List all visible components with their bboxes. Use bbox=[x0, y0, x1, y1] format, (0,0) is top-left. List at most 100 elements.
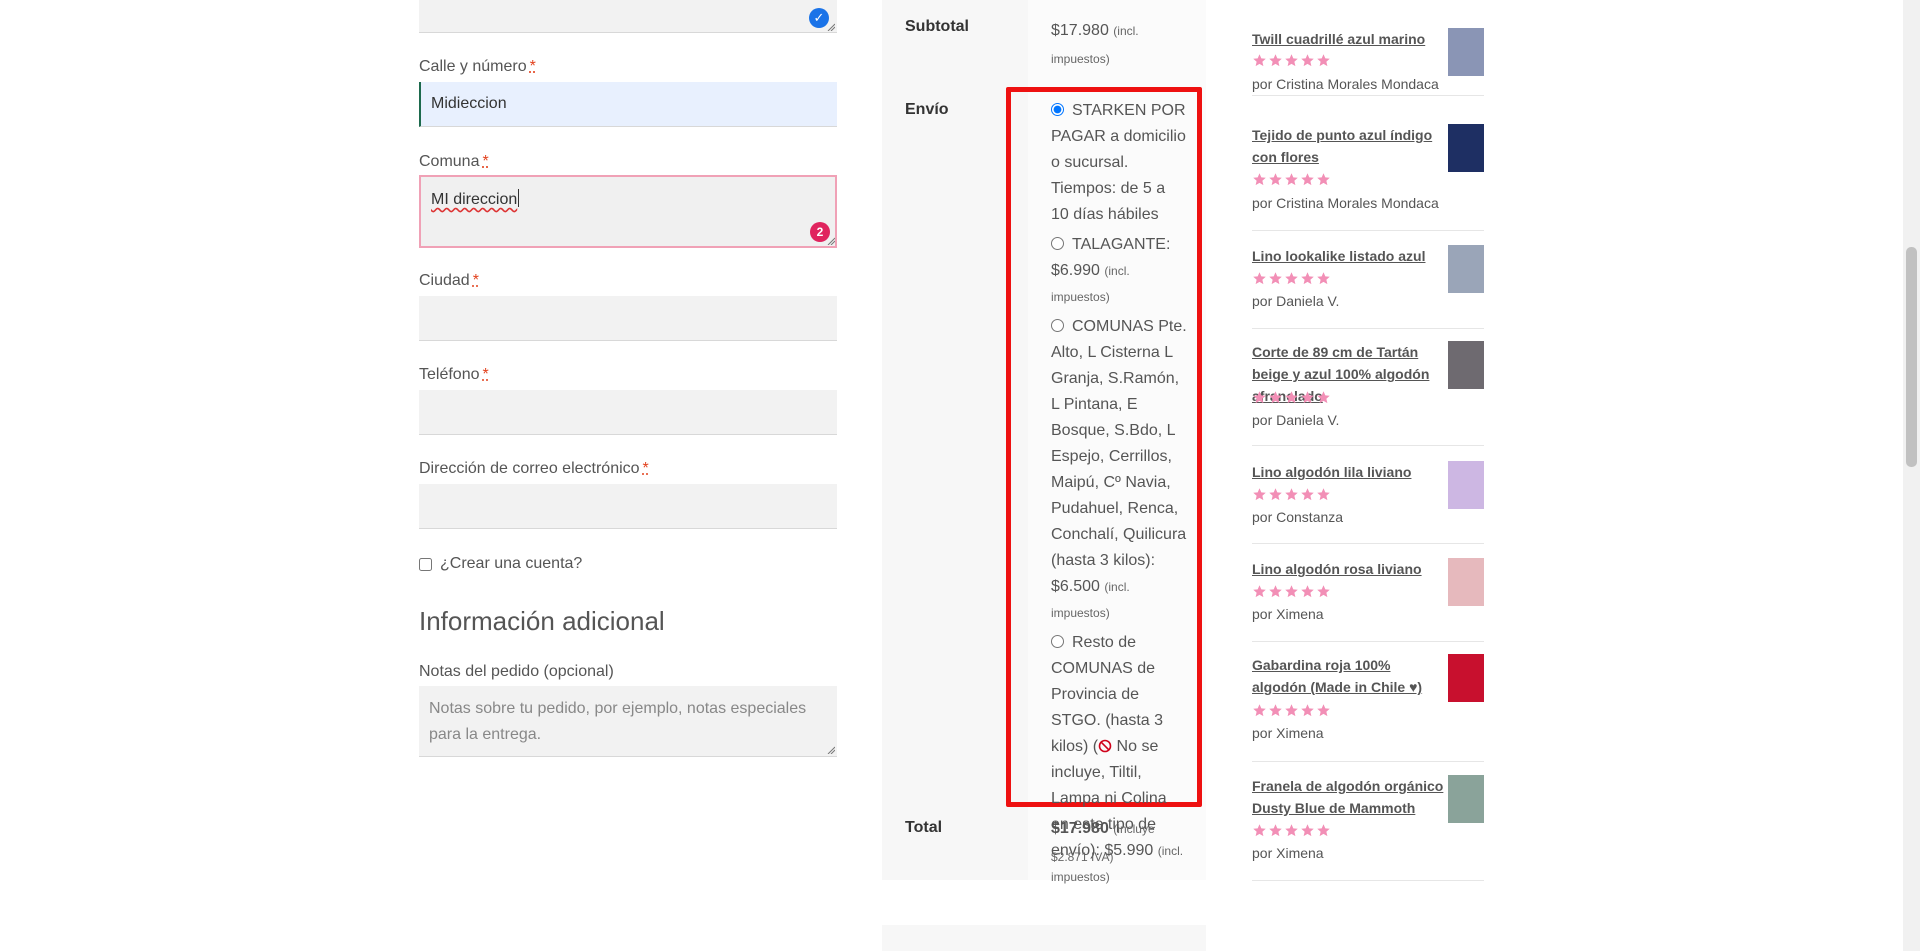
required-mark: * bbox=[472, 272, 479, 289]
star-icon bbox=[1269, 173, 1282, 186]
page-scrollbar[interactable] bbox=[1903, 0, 1920, 951]
total-label: Total bbox=[905, 819, 943, 836]
star-icon bbox=[1285, 272, 1298, 285]
product-link[interactable]: Lino lookalike listado azul bbox=[1252, 245, 1447, 267]
star-icon bbox=[1285, 173, 1298, 186]
previous-field[interactable] bbox=[419, 0, 837, 33]
email-label: Dirección de correo electrónico * bbox=[419, 460, 649, 477]
create-account-checkbox[interactable] bbox=[419, 557, 432, 571]
star-icon bbox=[1317, 391, 1330, 404]
product-review-item: Gabardina roja 100% algodón (Made in Chi… bbox=[1252, 642, 1484, 762]
star-icon bbox=[1301, 704, 1314, 717]
shipping-option-comunas[interactable]: COMUNAS Pte. Alto, L Cisterna L Granja, … bbox=[1051, 314, 1187, 626]
comuna-textarea[interactable]: MI direccion bbox=[419, 175, 837, 248]
shipping-methods-list: STARKEN POR PAGAR a domicilio o sucursal… bbox=[1051, 98, 1187, 894]
product-link[interactable]: Tejido de punto azul índigo con flores bbox=[1252, 124, 1447, 168]
shipping-option-talagante[interactable]: TALAGANTE: $6.990 (incl. impuestos) bbox=[1051, 232, 1187, 310]
scrollbar-thumb[interactable] bbox=[1906, 247, 1917, 467]
shipping-radio-resto-comunas[interactable] bbox=[1051, 635, 1064, 648]
star-rating bbox=[1252, 823, 1331, 838]
shipping-label: Envío bbox=[905, 101, 949, 118]
star-icon bbox=[1269, 391, 1282, 404]
shipping-option-text: STARKEN POR PAGAR a domicilio o sucursal… bbox=[1051, 102, 1186, 223]
street-input[interactable] bbox=[419, 82, 837, 127]
create-account-checkbox-row[interactable]: ¿Crear una cuenta? bbox=[419, 555, 582, 573]
product-thumbnail[interactable] bbox=[1448, 775, 1484, 823]
resize-grip-icon bbox=[827, 746, 835, 754]
reviewer-name: por Constanza bbox=[1252, 509, 1344, 525]
star-icon bbox=[1301, 272, 1314, 285]
reviewer-name: por Ximena bbox=[1252, 725, 1324, 741]
product-thumbnail[interactable] bbox=[1448, 558, 1484, 606]
total-amount: $17.980 bbox=[1051, 820, 1109, 837]
shipping-option-starken[interactable]: STARKEN POR PAGAR a domicilio o sucursal… bbox=[1051, 98, 1187, 228]
star-icon bbox=[1285, 585, 1298, 598]
product-review-item: Tejido de punto azul índigo con flores p… bbox=[1252, 96, 1484, 231]
product-thumbnail[interactable] bbox=[1448, 28, 1484, 76]
product-thumbnail[interactable] bbox=[1448, 245, 1484, 293]
product-link[interactable]: Lino algodón lila liviano bbox=[1252, 461, 1447, 483]
product-review-item: Lino lookalike listado azul por Daniela … bbox=[1252, 231, 1484, 329]
notes-label: Notas del pedido (opcional) bbox=[419, 663, 614, 680]
required-mark: * bbox=[642, 460, 649, 477]
star-icon bbox=[1253, 824, 1266, 837]
star-icon bbox=[1253, 585, 1266, 598]
product-review-item: Lino algodón rosa liviano por Ximena bbox=[1252, 544, 1484, 642]
city-input[interactable] bbox=[419, 296, 837, 341]
shipping-radio-talagante[interactable] bbox=[1051, 237, 1064, 250]
star-icon bbox=[1269, 704, 1282, 717]
product-thumbnail[interactable] bbox=[1448, 654, 1484, 702]
shipping-radio-comunas[interactable] bbox=[1051, 319, 1064, 332]
star-icon bbox=[1317, 585, 1330, 598]
star-rating bbox=[1252, 271, 1331, 286]
star-icon bbox=[1269, 488, 1282, 501]
email-input[interactable] bbox=[419, 484, 837, 529]
star-icon bbox=[1253, 488, 1266, 501]
star-icon bbox=[1301, 391, 1314, 404]
star-icon bbox=[1253, 391, 1266, 404]
product-thumbnail[interactable] bbox=[1448, 461, 1484, 509]
star-icon bbox=[1301, 54, 1314, 67]
product-review-item: Lino algodón lila liviano por Constanza bbox=[1252, 446, 1484, 544]
star-icon bbox=[1301, 824, 1314, 837]
street-label: Calle y número * bbox=[419, 58, 536, 75]
reviewer-name: por Ximena bbox=[1252, 845, 1324, 861]
product-review-item: Corte de 89 cm de Tartán beige y azul 10… bbox=[1252, 329, 1484, 446]
product-thumbnail[interactable] bbox=[1448, 341, 1484, 389]
star-icon bbox=[1317, 824, 1330, 837]
order-notes-textarea[interactable] bbox=[419, 686, 837, 757]
star-icon bbox=[1285, 824, 1298, 837]
comuna-label: Comuna * bbox=[419, 153, 489, 170]
star-icon bbox=[1269, 54, 1282, 67]
shipping-option-text: COMUNAS Pte. Alto, L Cisterna L Granja, … bbox=[1051, 318, 1187, 569]
reviewer-name: por Daniela V. bbox=[1252, 293, 1340, 309]
star-rating bbox=[1252, 584, 1331, 599]
reviewer-name: por Ximena bbox=[1252, 606, 1324, 622]
star-icon bbox=[1317, 54, 1330, 67]
phone-input[interactable] bbox=[419, 390, 837, 435]
required-mark: * bbox=[482, 153, 489, 170]
star-icon bbox=[1317, 272, 1330, 285]
shipping-option-price: $6.990 bbox=[1051, 262, 1100, 279]
product-thumbnail[interactable] bbox=[1448, 124, 1484, 172]
product-link[interactable]: Twill cuadrillé azul marino bbox=[1252, 28, 1447, 50]
star-rating bbox=[1252, 172, 1331, 187]
star-icon bbox=[1253, 272, 1266, 285]
star-icon bbox=[1253, 54, 1266, 67]
star-icon bbox=[1269, 272, 1282, 285]
create-account-label: ¿Crear una cuenta? bbox=[440, 555, 583, 572]
shipping-option-text: TALAGANTE: bbox=[1072, 236, 1171, 253]
resize-grip-icon bbox=[827, 23, 835, 31]
shipping-radio-starken[interactable] bbox=[1051, 103, 1064, 116]
subtotal-amount: $17.980 bbox=[1051, 22, 1109, 39]
shipping-option-text: Resto de COMUNAS de Provincia de STGO. (… bbox=[1051, 634, 1164, 755]
star-rating bbox=[1252, 487, 1331, 502]
product-link[interactable]: Gabardina roja 100% algodón (Made in Chi… bbox=[1252, 654, 1447, 698]
reviewer-name: por Daniela V. bbox=[1252, 412, 1340, 428]
star-icon bbox=[1317, 704, 1330, 717]
star-icon bbox=[1285, 391, 1298, 404]
product-link[interactable]: Lino algodón rosa liviano bbox=[1252, 558, 1447, 580]
product-link[interactable]: Franela de algodón orgánico Dusty Blue d… bbox=[1252, 775, 1447, 819]
star-icon bbox=[1301, 173, 1314, 186]
star-icon bbox=[1301, 488, 1314, 501]
